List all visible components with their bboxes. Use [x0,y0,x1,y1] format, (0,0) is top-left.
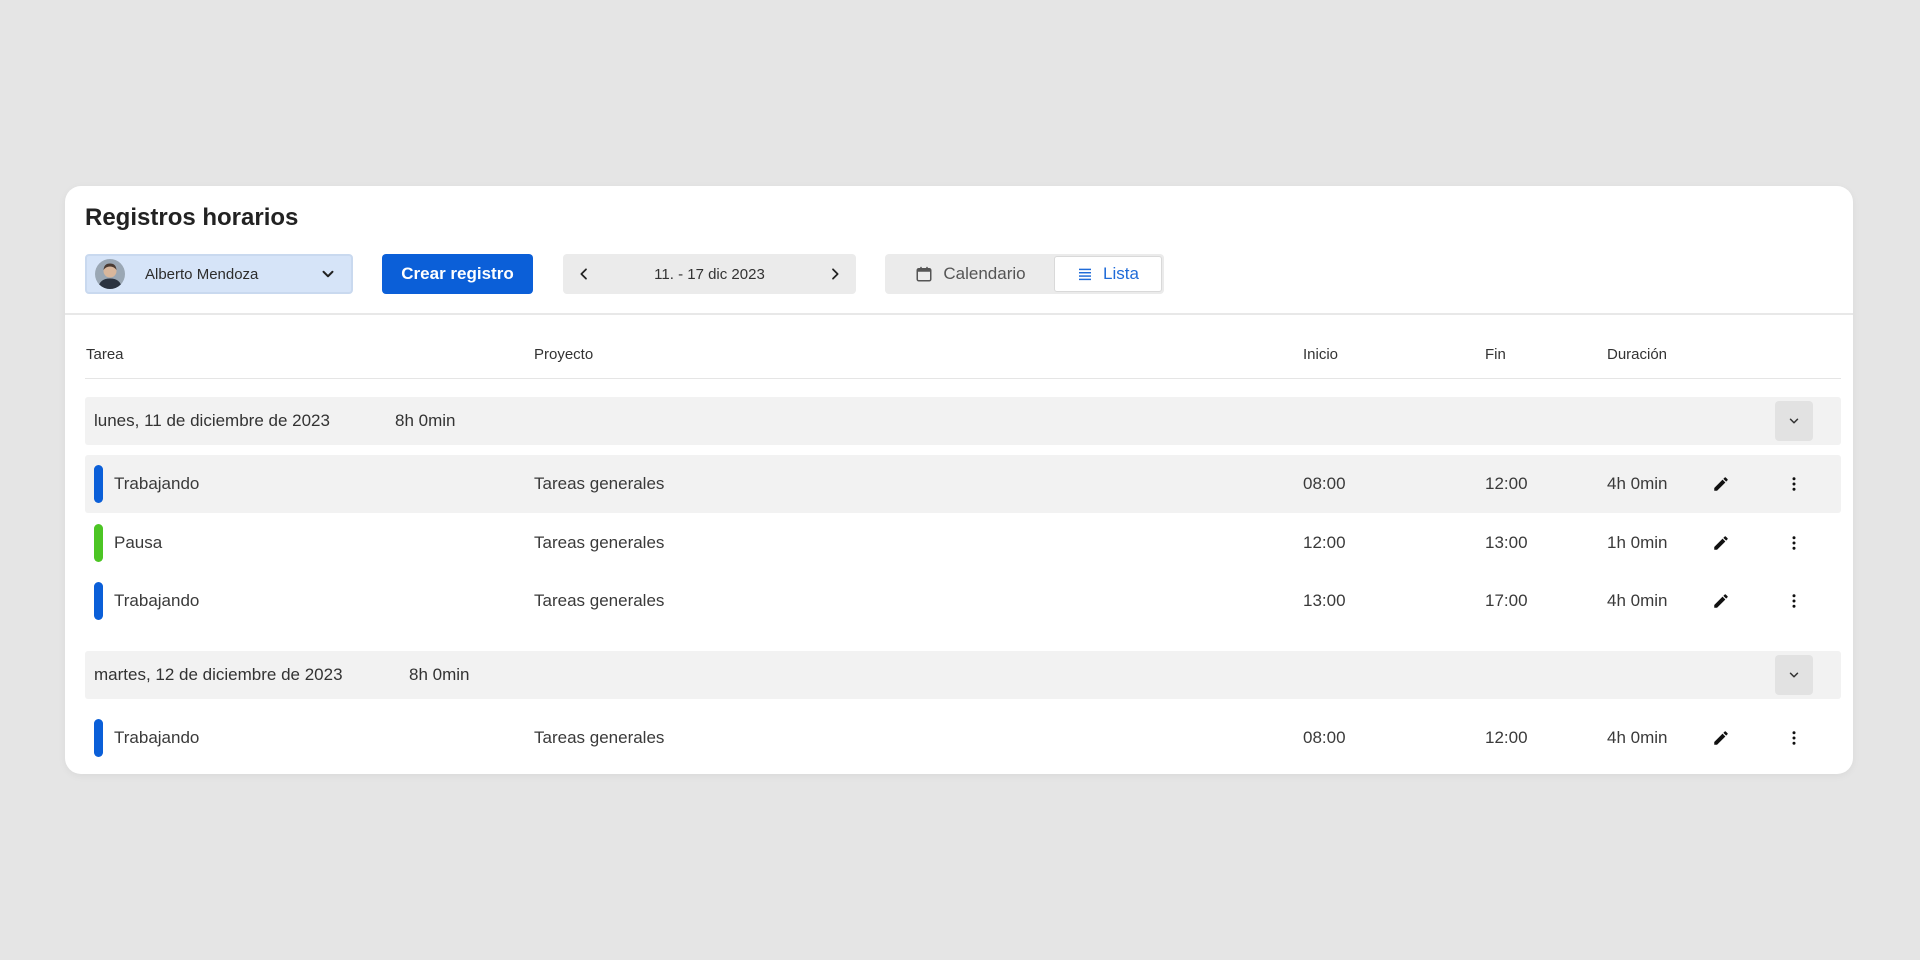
entry-end: 12:00 [1485,474,1528,493]
day-total: 8h 0min [409,665,470,684]
entry-duration: 4h 0min [1607,591,1668,610]
edit-entry-button[interactable] [1709,531,1733,555]
time-entry-row[interactable]: Pausa Tareas generales 12:00 13:00 1h 0m… [85,514,1841,572]
page-title: Registros horarios [85,204,299,231]
day-date: lunes, 11 de diciembre de 2023 [94,411,330,430]
entry-task: Pausa [114,533,163,552]
header-divider [85,378,1841,379]
calendar-icon [916,266,932,282]
more-vertical-icon [1792,477,1796,491]
entry-task: Trabajando [114,474,200,493]
toolbar: Alberto Mendoza Crear registro 11. - 17 … [85,254,1285,294]
time-records-card: Registros horarios Alberto Mendoza Crear… [65,186,1853,774]
more-vertical-icon [1792,731,1796,745]
calendar-view-label: Calendario [943,264,1026,283]
entry-end: 12:00 [1485,728,1528,747]
edit-entry-button[interactable] [1709,589,1733,613]
calendar-view-button[interactable]: Calendario [887,256,1054,292]
divider [65,313,1853,315]
chevron-right-icon [832,268,839,280]
entry-start: 13:00 [1303,591,1346,610]
day-total: 8h 0min [395,411,456,430]
entry-duration: 4h 0min [1607,728,1668,747]
more-options-button[interactable] [1782,726,1806,750]
entry-start: 08:00 [1303,474,1346,493]
more-options-button[interactable] [1782,472,1806,496]
entry-duration: 4h 0min [1607,474,1668,493]
column-header-project: Proyecto [534,346,594,363]
column-header-end: Fin [1485,346,1506,363]
day-date: martes, 12 de diciembre de 2023 [94,665,343,684]
more-options-button[interactable] [1782,589,1806,613]
time-entry-row[interactable]: Trabajando Tareas generales 08:00 12:00 … [85,455,1841,513]
entry-task: Trabajando [114,728,200,747]
next-week-button[interactable] [814,254,856,294]
day-group-header: martes, 12 de diciembre de 2023 8h 0min [85,651,1841,699]
chevron-down-icon [1789,418,1799,424]
column-header-duration: Duración [1607,346,1668,363]
pencil-icon [1714,731,1728,745]
entry-project: Tareas generales [534,591,665,610]
more-vertical-icon [1792,536,1796,550]
entry-start: 08:00 [1303,728,1346,747]
activity-color-bar [94,582,103,620]
edit-entry-button[interactable] [1709,472,1733,496]
column-header-task: Tarea [86,346,124,363]
time-entry-row[interactable]: Trabajando Tareas generales 13:00 17:00 … [85,572,1841,630]
day-group-header: lunes, 11 de diciembre de 2023 8h 0min [85,397,1841,445]
activity-color-bar [94,719,103,757]
entry-end: 13:00 [1485,533,1528,552]
entry-project: Tareas generales [534,728,665,747]
column-header-start: Inicio [1303,346,1339,363]
chevron-down-icon [322,270,334,278]
entry-project: Tareas generales [534,533,665,552]
pencil-icon [1714,536,1728,550]
entry-duration: 1h 0min [1607,533,1668,552]
chevron-down-icon [1789,672,1799,678]
entry-end: 17:00 [1485,591,1528,610]
entry-start: 12:00 [1303,533,1346,552]
collapse-day-button[interactable] [1775,655,1813,695]
entry-task: Trabajando [114,591,200,610]
list-view-label: Lista [1103,264,1139,283]
entry-project: Tareas generales [534,474,665,493]
pencil-icon [1714,594,1728,608]
activity-color-bar [94,465,103,503]
user-name: Alberto Mendoza [145,265,259,283]
prev-week-button[interactable] [563,254,605,294]
create-record-button[interactable]: Crear registro [382,254,533,294]
pencil-icon [1714,477,1728,491]
activity-color-bar [94,524,103,562]
view-toggle: Calendario Lista [885,254,1164,294]
list-view-button[interactable]: Lista [1054,256,1162,292]
avatar [95,259,125,289]
more-vertical-icon [1792,594,1796,608]
edit-entry-button[interactable] [1709,726,1733,750]
time-entry-row[interactable]: Trabajando Tareas generales 08:00 12:00 … [85,709,1841,767]
more-options-button[interactable] [1782,531,1806,555]
user-select[interactable]: Alberto Mendoza [85,254,353,294]
collapse-day-button[interactable] [1775,401,1813,441]
chevron-left-icon [580,268,587,280]
week-navigator: 11. - 17 dic 2023 [563,254,856,294]
list-icon [1079,268,1092,281]
week-range-label: 11. - 17 dic 2023 [654,265,765,283]
